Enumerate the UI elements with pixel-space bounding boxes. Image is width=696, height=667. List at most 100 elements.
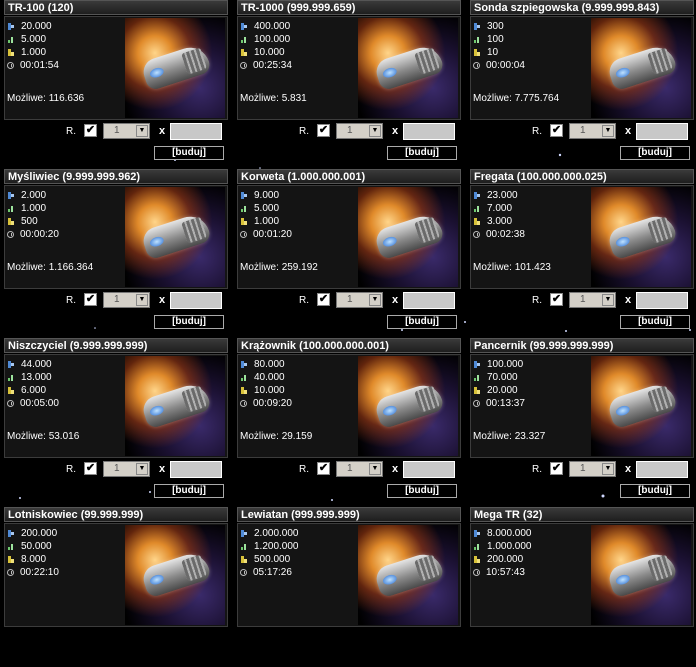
quantity-select[interactable]: 1 ▼ [336,123,383,139]
build-button[interactable]: [buduj] [387,315,457,329]
ship-title[interactable]: Mega TR (32) [470,507,694,522]
crystal-cost-value: 40.000 [254,372,285,383]
quantity-select[interactable]: 1 ▼ [569,461,616,477]
ship-image[interactable] [125,187,225,287]
chevron-down-icon[interactable]: ▼ [602,294,614,306]
chevron-down-icon[interactable]: ▼ [136,125,148,137]
repeat-checkbox[interactable]: ✔ [550,293,563,306]
repeat-checkbox[interactable]: ✔ [317,124,330,137]
build-button[interactable]: [buduj] [154,484,224,498]
deuterium-icon [240,217,248,226]
ship-image[interactable] [591,187,691,287]
crystal-cost: 5.000 [240,202,292,215]
build-button[interactable]: [buduj] [154,146,224,160]
repeat-checkbox[interactable]: ✔ [84,462,97,475]
build-button[interactable]: [buduj] [387,484,457,498]
build-button[interactable]: [buduj] [387,146,457,160]
metal-icon [240,529,248,538]
chevron-down-icon[interactable]: ▼ [369,125,381,137]
quantity-input[interactable] [170,461,222,478]
chevron-down-icon[interactable]: ▼ [136,463,148,475]
times-label: x [159,125,166,137]
ship-details: 20.000 5.000 1.000 00:01:54 Możliwe: 116.636 [4,16,228,120]
repeat-checkbox[interactable]: ✔ [84,124,97,137]
repeat-checkbox[interactable]: ✔ [317,293,330,306]
clock-icon [473,569,480,576]
chevron-down-icon[interactable]: ▼ [602,463,614,475]
quantity-select[interactable]: 1 ▼ [336,292,383,308]
deuterium-cost: 500.000 [240,553,299,566]
ship-title[interactable]: Krążownik (100.000.000.001) [237,338,461,353]
quantity-input[interactable] [170,123,222,140]
clock-icon [7,400,14,407]
quantity-input[interactable] [636,461,688,478]
deuterium-cost-value: 8.000 [21,554,47,565]
repeat-checkbox[interactable]: ✔ [550,462,563,475]
chevron-down-icon[interactable]: ▼ [369,463,381,475]
quantity-select[interactable]: 1 ▼ [336,461,383,477]
repeat-checkbox[interactable]: ✔ [84,293,97,306]
quantity-input[interactable] [403,123,455,140]
quantity-input[interactable] [170,292,222,309]
chevron-down-icon[interactable]: ▼ [602,125,614,137]
crystal-cost-value: 1.200.000 [254,541,299,552]
build-time-value: 00:00:20 [20,229,59,240]
ship-title[interactable]: Myśliwiec (9.999.999.962) [4,169,228,184]
crystal-icon [7,373,15,382]
deuterium-icon [473,555,481,564]
chevron-down-icon[interactable]: ▼ [369,294,381,306]
chevron-down-icon[interactable]: ▼ [136,294,148,306]
ship-title[interactable]: Lewiatan (999.999.999) [237,507,461,522]
ship-title[interactable]: Fregata (100.000.000.025) [470,169,694,184]
ship-details: 8.000.0001.000.000200.00010:57:43Możliwe… [470,523,694,627]
deuterium-icon [240,386,248,395]
ship-image[interactable] [125,356,225,456]
quantity-select[interactable]: 1 ▼ [103,461,150,477]
build-button[interactable]: [buduj] [620,146,690,160]
deuterium-cost: 200.000 [473,553,532,566]
quantity-input[interactable] [403,292,455,309]
build-button[interactable]: [buduj] [154,315,224,329]
ship-image[interactable] [358,18,458,118]
crystal-cost: 50.000 [7,540,59,553]
ship-image[interactable] [358,187,458,287]
ship-title[interactable]: Niszczyciel (9.999.999.999) [4,338,228,353]
quantity-select[interactable]: 1 ▼ [103,292,150,308]
ship-title[interactable]: Korweta (1.000.000.001) [237,169,461,184]
build-button[interactable]: [buduj] [620,315,690,329]
ship-title[interactable]: TR-1000 (999.999.659) [237,0,461,15]
metal-icon [240,360,248,369]
ship-title[interactable]: Sonda szpiegowska (9.999.999.843) [470,0,694,15]
possible-value: 5.831 [281,93,307,104]
ship-title[interactable]: Pancernik (99.999.999.999) [470,338,694,353]
ship-image[interactable] [358,356,458,456]
quantity-select[interactable]: 1 ▼ [103,123,150,139]
possible-label: Możliwe: [7,431,49,442]
ship-card: Niszczyciel (9.999.999.999) 44.000 13.000 6… [4,338,230,498]
ship-title[interactable]: Lotniskowiec (99.999.999) [4,507,228,522]
repeat-checkbox[interactable]: ✔ [550,124,563,137]
ship-image[interactable] [591,18,691,118]
ship-image[interactable] [591,356,691,456]
quantity-input[interactable] [636,292,688,309]
quantity-select[interactable]: 1 ▼ [569,123,616,139]
quantity-input[interactable] [403,461,455,478]
metal-icon [240,191,248,200]
quantity-select[interactable]: 1 ▼ [569,292,616,308]
quantity-input[interactable] [636,123,688,140]
build-button[interactable]: [buduj] [620,484,690,498]
build-time: 00:09:20 [240,397,292,410]
ship-card: Myśliwiec (9.999.999.962) 2.000 1.000 500 00… [4,169,230,329]
metal-icon [7,191,15,200]
deuterium-cost: 6.000 [7,384,59,397]
deuterium-cost-value: 20.000 [487,385,518,396]
ship-image[interactable] [125,18,225,118]
ship-image[interactable] [125,525,225,625]
deuterium-cost-value: 10.000 [254,385,285,396]
ship-title[interactable]: TR-100 (120) [4,0,228,15]
metal-cost: 23.000 [473,189,525,202]
ship-details: 300 100 10 00:00:04 Możliwe: 7.775.764 [470,16,694,120]
ship-image[interactable] [591,525,691,625]
repeat-checkbox[interactable]: ✔ [317,462,330,475]
ship-image[interactable] [358,525,458,625]
